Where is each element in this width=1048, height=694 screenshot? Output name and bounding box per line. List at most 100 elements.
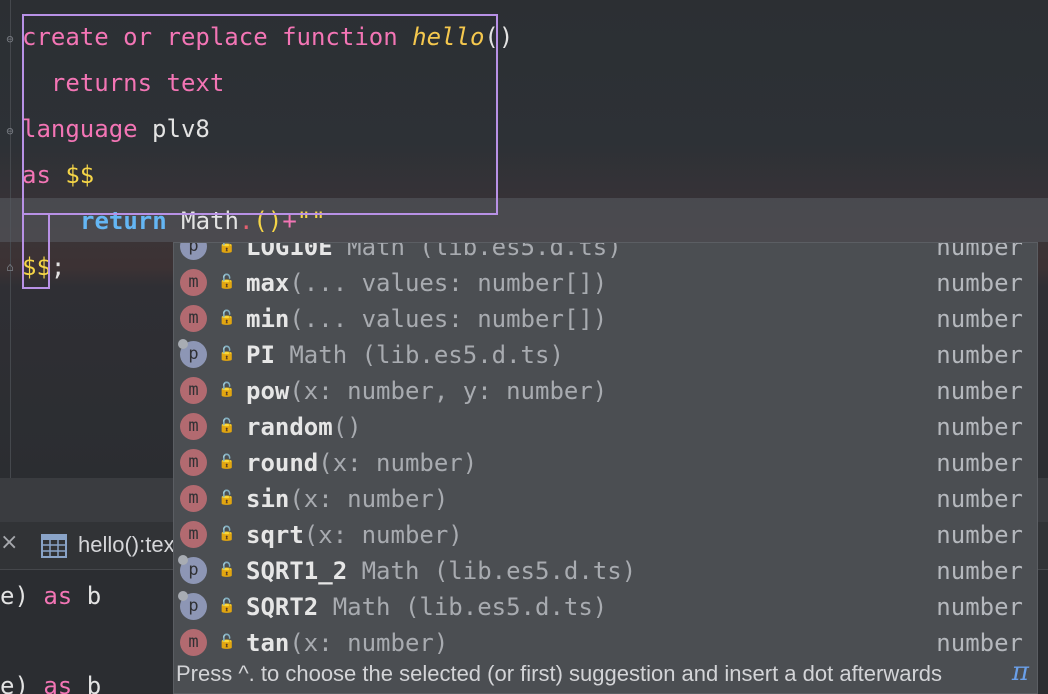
unlocked-icon: 🔓 xyxy=(218,598,236,614)
completion-item-sqrt1_2[interactable]: p 🔓 SQRT1_2 Math (lib.es5.d.ts) number xyxy=(174,553,1037,589)
completion-hint-bar: Press ^. to choose the selected (or firs… xyxy=(174,657,1037,693)
completion-item-signature: (x: number) xyxy=(289,485,449,513)
completion-item-label: sqrt(x: number) xyxy=(246,519,463,551)
completion-item-min[interactable]: m 🔓 min(... values: number[]) number xyxy=(174,301,1037,337)
completion-item-type: number xyxy=(936,377,1023,405)
code-token: ; xyxy=(50,253,66,281)
completion-item-signature: Math (lib.es5.d.ts) xyxy=(347,557,637,585)
method-icon: m xyxy=(180,305,207,332)
completion-item-name: LOG10E xyxy=(246,242,333,261)
pi-icon[interactable]: π xyxy=(1012,657,1029,687)
completion-item-type: number xyxy=(936,413,1023,441)
property-icon: p xyxy=(178,591,207,620)
close-tab-icon[interactable]: × xyxy=(0,530,18,555)
unlocked-icon: 🔓 xyxy=(218,310,236,326)
completion-item-label: SQRT2 Math (lib.es5.d.ts) xyxy=(246,591,607,623)
completion-item-sin[interactable]: m 🔓 sin(x: number) number xyxy=(174,481,1037,517)
completion-item-sqrt2[interactable]: p 🔓 SQRT2 Math (lib.es5.d.ts) number xyxy=(174,589,1037,625)
method-icon: m xyxy=(180,269,207,296)
results-tab-hello[interactable]: hello():tex xyxy=(78,532,175,558)
console-token: e) xyxy=(0,582,29,610)
completion-item-tan[interactable]: m 🔓 tan(x: number) number xyxy=(174,625,1037,661)
completion-item-signature: (x: number) xyxy=(289,629,449,657)
unlocked-icon: 🔓 xyxy=(218,634,236,650)
unlocked-icon: 🔓 xyxy=(218,454,236,470)
completion-item-round[interactable]: m 🔓 round(x: number) number xyxy=(174,445,1037,481)
completion-item-signature: (... values: number[]) xyxy=(289,305,608,333)
completion-item-label: max(... values: number[]) xyxy=(246,267,607,299)
completion-item-name: SQRT2 xyxy=(246,593,319,621)
console-token: b xyxy=(86,582,102,610)
fold-marker-icon[interactable]: ⊖ xyxy=(3,124,17,138)
console-token: as xyxy=(28,582,87,610)
completion-item-name: SQRT1_2 xyxy=(246,557,348,585)
completion-item-signature: () xyxy=(332,413,362,441)
completion-item-type: number xyxy=(936,269,1023,297)
method-icon: m xyxy=(180,521,207,548)
completion-popup[interactable]: p 🔓 LOG10E Math (lib.es5.d.ts) number m 🔓 max(… xyxy=(173,242,1038,694)
selection-outline-tail xyxy=(22,213,50,289)
completion-item-pow[interactable]: m 🔓 pow(x: number, y: number) number xyxy=(174,373,1037,409)
completion-item-label: LOG10E Math (lib.es5.d.ts) xyxy=(246,242,622,263)
completion-item-signature: (x: number, y: number) xyxy=(289,377,608,405)
completion-item-type: number xyxy=(936,629,1023,657)
unlocked-icon: 🔓 xyxy=(218,346,236,362)
completion-item-type: number xyxy=(936,242,1023,261)
completion-item-random[interactable]: m 🔓 random() number xyxy=(174,409,1037,445)
completion-item-name: sqrt xyxy=(246,521,304,549)
property-icon: p xyxy=(178,555,207,584)
completion-item-name: round xyxy=(246,449,319,477)
completion-item-type: number xyxy=(936,485,1023,513)
completion-item-type: number xyxy=(936,305,1023,333)
unlocked-icon: 🔓 xyxy=(218,526,236,542)
completion-item-type: number xyxy=(936,521,1023,549)
completion-item-signature: (... values: number[]) xyxy=(289,269,608,297)
completion-item-name: sin xyxy=(246,485,290,513)
property-icon: p xyxy=(180,243,207,260)
completion-item-log10e[interactable]: p 🔓 LOG10E Math (lib.es5.d.ts) number xyxy=(174,242,1037,265)
completion-item-label: pow(x: number, y: number) xyxy=(246,375,607,407)
fold-marker-icon[interactable]: ⊖ xyxy=(3,32,17,46)
completion-item-label: tan(x: number) xyxy=(246,627,448,659)
method-icon: m xyxy=(180,485,207,512)
completion-item-signature: (x: number) xyxy=(303,521,463,549)
completion-item-label: min(... values: number[]) xyxy=(246,303,607,335)
completion-item-label: round(x: number) xyxy=(246,447,477,479)
table-icon xyxy=(41,534,67,558)
completion-item-signature: Math (lib.es5.d.ts) xyxy=(332,242,622,261)
unlocked-icon: 🔓 xyxy=(218,562,236,578)
completion-item-signature: Math (lib.es5.d.ts) xyxy=(318,593,608,621)
property-icon: p xyxy=(178,339,207,368)
completion-item-label: sin(x: number) xyxy=(246,483,448,515)
method-icon: m xyxy=(180,449,207,476)
completion-item-type: number xyxy=(936,557,1023,585)
completion-item-label: SQRT1_2 Math (lib.es5.d.ts) xyxy=(246,555,636,587)
unlocked-icon: 🔓 xyxy=(218,242,236,254)
console-token: b xyxy=(86,672,102,694)
completion-item-sqrt[interactable]: m 🔓 sqrt(x: number) number xyxy=(174,517,1037,553)
unlocked-icon: 🔓 xyxy=(218,490,236,506)
console-line: e) as b xyxy=(0,582,101,610)
console-line: e) as b xyxy=(0,672,101,694)
unlocked-icon: 🔓 xyxy=(218,382,236,398)
unlocked-icon: 🔓 xyxy=(218,418,236,434)
completion-hint-text: Press ^. to choose the selected (or firs… xyxy=(176,661,943,686)
fold-end-marker-icon[interactable]: ⌂ xyxy=(3,260,17,274)
completion-item-type: number xyxy=(936,593,1023,621)
method-icon: m xyxy=(180,629,207,656)
completion-item-pi[interactable]: p 🔓 PI Math (lib.es5.d.ts) number xyxy=(174,337,1037,373)
completion-item-type: number xyxy=(936,341,1023,369)
completion-item-name: max xyxy=(246,269,290,297)
console-token: e) xyxy=(0,672,29,694)
console-token: as xyxy=(28,672,87,694)
completion-item-label: random() xyxy=(246,411,362,443)
completion-item-name: random xyxy=(246,413,333,441)
completion-item-name: tan xyxy=(246,629,290,657)
completion-item-type: number xyxy=(936,449,1023,477)
unlocked-icon: 🔓 xyxy=(218,274,236,290)
completion-item-max[interactable]: m 🔓 max(... values: number[]) number xyxy=(174,265,1037,301)
completion-item-name: min xyxy=(246,305,290,333)
completion-item-signature: (x: number) xyxy=(318,449,478,477)
completion-item-signature: Math (lib.es5.d.ts) xyxy=(274,341,564,369)
completion-item-name: pow xyxy=(246,377,290,405)
